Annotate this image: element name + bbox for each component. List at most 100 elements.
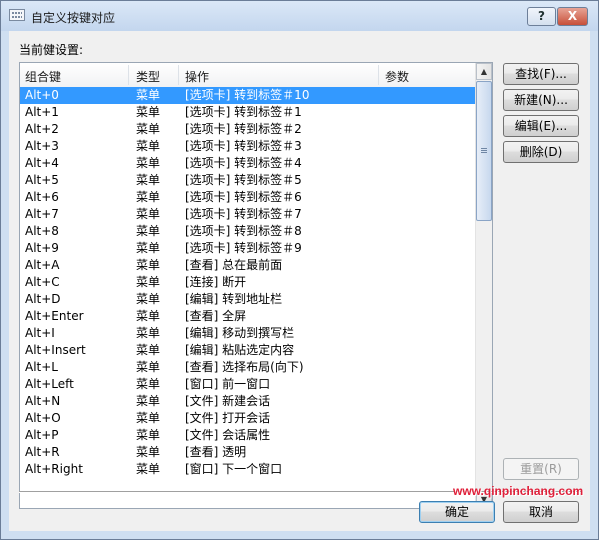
table-row[interactable]: Alt+2 菜单 [选项卡] 转到标签＃2 — [20, 121, 475, 138]
row-action-cell: [窗口] 下一个窗口 — [185, 462, 283, 476]
table-row[interactable]: Alt+R 菜单 [查看] 透明 — [20, 444, 475, 461]
row-key-cell: Alt+Insert — [25, 343, 86, 357]
table-row[interactable]: Alt+5 菜单 [选项卡] 转到标签＃5 — [20, 172, 475, 189]
table-row[interactable]: Alt+Enter 菜单 [查看] 全屏 — [20, 308, 475, 325]
row-type-cell: 菜单 — [136, 377, 161, 391]
row-key-cell: Alt+A — [25, 258, 60, 272]
row-type-cell: 菜单 — [136, 224, 161, 238]
row-type-cell: 菜单 — [136, 105, 161, 119]
vertical-scrollbar[interactable]: ▲ ▼ — [475, 63, 492, 508]
title-bar[interactable]: 自定义按键对应 ? X — [1, 1, 598, 31]
ok-button[interactable]: 确定 — [419, 501, 495, 523]
table-row[interactable]: Alt+Left 菜单 [窗口] 前一窗口 — [20, 376, 475, 393]
column-header-type[interactable]: 类型 — [136, 68, 160, 85]
row-key-cell: Alt+9 — [25, 241, 59, 255]
help-button[interactable]: ? — [527, 7, 556, 26]
table-row[interactable]: Alt+A 菜单 [查看] 总在最前面 — [20, 257, 475, 274]
row-action-cell: [编辑] 移动到撰写栏 — [185, 326, 295, 340]
row-action-cell: [查看] 选择布局(向下) — [185, 360, 304, 374]
list-header: 组合键 类型 操作 参数 — [20, 63, 475, 88]
row-type-cell: 菜单 — [136, 394, 161, 408]
list-body: Alt+0 菜单 [选项卡] 转到标签＃10 Alt+1 菜单 [选项卡] 转到标签＃1 A… — [20, 87, 475, 478]
row-type-cell: 菜单 — [136, 309, 161, 323]
table-row[interactable]: Alt+6 菜单 [选项卡] 转到标签＃6 — [20, 189, 475, 206]
scroll-up-button[interactable]: ▲ — [476, 63, 492, 80]
scroll-thumb[interactable] — [476, 81, 492, 221]
column-header-action[interactable]: 操作 — [185, 68, 209, 85]
row-action-cell: [选项卡] 转到标签＃9 — [185, 241, 302, 255]
delete-button[interactable]: 删除(D) — [503, 141, 579, 163]
row-key-cell: Alt+D — [25, 292, 61, 306]
row-type-cell: 菜单 — [136, 292, 161, 306]
row-key-cell: Alt+N — [25, 394, 61, 408]
row-key-cell: Alt+5 — [25, 173, 59, 187]
row-type-cell: 菜单 — [136, 360, 161, 374]
row-key-cell: Alt+2 — [25, 122, 59, 136]
row-action-cell: [连接] 断开 — [185, 275, 247, 289]
table-row[interactable]: Alt+0 菜单 [选项卡] 转到标签＃10 — [20, 87, 475, 104]
row-action-cell: [选项卡] 转到标签＃2 — [185, 122, 302, 136]
new-button[interactable]: 新建(N)... — [503, 89, 579, 111]
row-type-cell: 菜单 — [136, 445, 161, 459]
table-row[interactable]: Alt+Insert 菜单 [编辑] 粘贴选定内容 — [20, 342, 475, 359]
edit-button[interactable]: 编辑(E)... — [503, 115, 579, 137]
column-divider[interactable] — [128, 65, 129, 85]
find-button[interactable]: 查找(F)... — [503, 63, 579, 85]
table-row[interactable]: Alt+8 菜单 [选项卡] 转到标签＃8 — [20, 223, 475, 240]
row-key-cell: Alt+0 — [25, 88, 59, 102]
row-type-cell: 菜单 — [136, 139, 161, 153]
keyboard-icon — [9, 9, 25, 21]
row-key-cell: Alt+I — [25, 326, 55, 340]
grip-icon — [481, 148, 487, 154]
row-key-cell: Alt+Right — [25, 462, 83, 476]
row-action-cell: [选项卡] 转到标签＃3 — [185, 139, 302, 153]
row-type-cell: 菜单 — [136, 275, 161, 289]
table-row[interactable]: Alt+4 菜单 [选项卡] 转到标签＃4 — [20, 155, 475, 172]
row-type-cell: 菜单 — [136, 241, 161, 255]
table-row[interactable]: Alt+1 菜单 [选项卡] 转到标签＃1 — [20, 104, 475, 121]
watermark: www.qinpinchang.com — [453, 484, 584, 498]
table-row[interactable]: Alt+Right 菜单 [窗口] 下一个窗口 — [20, 461, 475, 478]
row-key-cell: Alt+R — [25, 445, 60, 459]
table-row[interactable]: Alt+C 菜单 [连接] 断开 — [20, 274, 475, 291]
row-key-cell: Alt+1 — [25, 105, 59, 119]
row-key-cell: Alt+Enter — [25, 309, 84, 323]
row-action-cell: [选项卡] 转到标签＃8 — [185, 224, 302, 238]
row-key-cell: Alt+O — [25, 411, 61, 425]
table-row[interactable]: Alt+3 菜单 [选项卡] 转到标签＃3 — [20, 138, 475, 155]
cancel-button[interactable]: 取消 — [503, 501, 579, 523]
row-action-cell: [查看] 透明 — [185, 445, 247, 459]
table-row[interactable]: Alt+7 菜单 [选项卡] 转到标签＃7 — [20, 206, 475, 223]
table-row[interactable]: Alt+N 菜单 [文件] 新建会话 — [20, 393, 475, 410]
row-key-cell: Alt+7 — [25, 207, 59, 221]
row-type-cell: 菜单 — [136, 428, 161, 442]
row-action-cell: [编辑] 粘贴选定内容 — [185, 343, 295, 357]
row-key-cell: Alt+Left — [25, 377, 74, 391]
column-divider[interactable] — [378, 65, 379, 85]
row-key-cell: Alt+6 — [25, 190, 59, 204]
close-button[interactable]: X — [557, 7, 588, 26]
row-key-cell: Alt+L — [25, 360, 58, 374]
row-type-cell: 菜单 — [136, 207, 161, 221]
table-row[interactable]: Alt+O 菜单 [文件] 打开会话 — [20, 410, 475, 427]
table-row[interactable]: Alt+I 菜单 [编辑] 移动到撰写栏 — [20, 325, 475, 342]
row-key-cell: Alt+8 — [25, 224, 59, 238]
row-type-cell: 菜单 — [136, 326, 161, 340]
column-header-combo[interactable]: 组合键 — [25, 68, 61, 85]
key-mapping-list[interactable]: 组合键 类型 操作 参数 Alt+0 菜单 [选项卡] 转到标签＃10 Alt+1 菜单… — [19, 62, 493, 509]
column-header-param[interactable]: 参数 — [385, 68, 409, 85]
row-type-cell: 菜单 — [136, 122, 161, 136]
row-type-cell: 菜单 — [136, 343, 161, 357]
table-row[interactable]: Alt+P 菜单 [文件] 会话属性 — [20, 427, 475, 444]
row-action-cell: [查看] 全屏 — [185, 309, 247, 323]
row-action-cell: [选项卡] 转到标签＃10 — [185, 88, 310, 102]
column-divider[interactable] — [178, 65, 179, 85]
row-action-cell: [选项卡] 转到标签＃5 — [185, 173, 302, 187]
table-row[interactable]: Alt+D 菜单 [编辑] 转到地址栏 — [20, 291, 475, 308]
table-row[interactable]: Alt+L 菜单 [查看] 选择布局(向下) — [20, 359, 475, 376]
row-key-cell: Alt+P — [25, 428, 59, 442]
row-key-cell: Alt+C — [25, 275, 60, 289]
reset-button[interactable]: 重置(R) — [503, 458, 579, 480]
row-type-cell: 菜单 — [136, 258, 161, 272]
table-row[interactable]: Alt+9 菜单 [选项卡] 转到标签＃9 — [20, 240, 475, 257]
